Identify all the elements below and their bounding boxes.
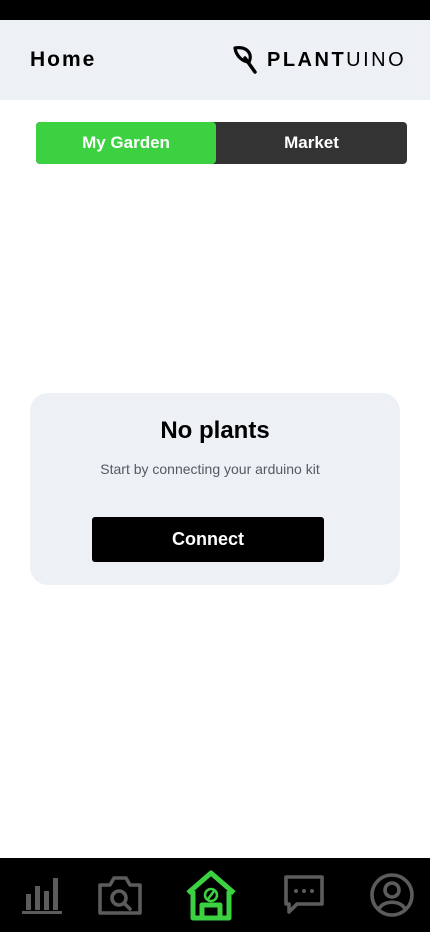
camera-search-icon [98,876,142,915]
bar-chart-icon [22,878,62,914]
profile-icon [370,873,414,917]
nav-item-stats[interactable] [14,858,70,932]
chat-icon [284,875,324,914]
logo-text: PLANTUINO [267,49,406,72]
nav-item-profile[interactable] [364,858,420,932]
tab-market[interactable]: Market [216,122,407,164]
garden-market-switch: My Garden Market [36,122,407,164]
page-title: Home [30,48,97,71]
logo-text-light: UINO [346,48,407,71]
logo-text-bold: PLANT [267,48,347,71]
status-bar [0,0,430,20]
nav-item-garden[interactable] [180,858,242,932]
bottom-nav [0,858,430,932]
nav-item-scan[interactable] [92,858,148,932]
empty-state-title: No plants [160,417,270,444]
tab-my-garden[interactable]: My Garden [36,122,216,164]
app-header: Home PLANTUINO [0,20,430,100]
nav-item-messages[interactable] [276,858,332,932]
leaf-icon [233,46,257,74]
app-logo: PLANTUINO [231,44,406,76]
greenhouse-icon [186,870,236,921]
empty-state-subtitle: Start by connecting your arduino kit [100,461,320,477]
connect-button[interactable]: Connect [92,517,324,562]
empty-state-card: No plants Start by connecting your ardui… [30,393,400,585]
